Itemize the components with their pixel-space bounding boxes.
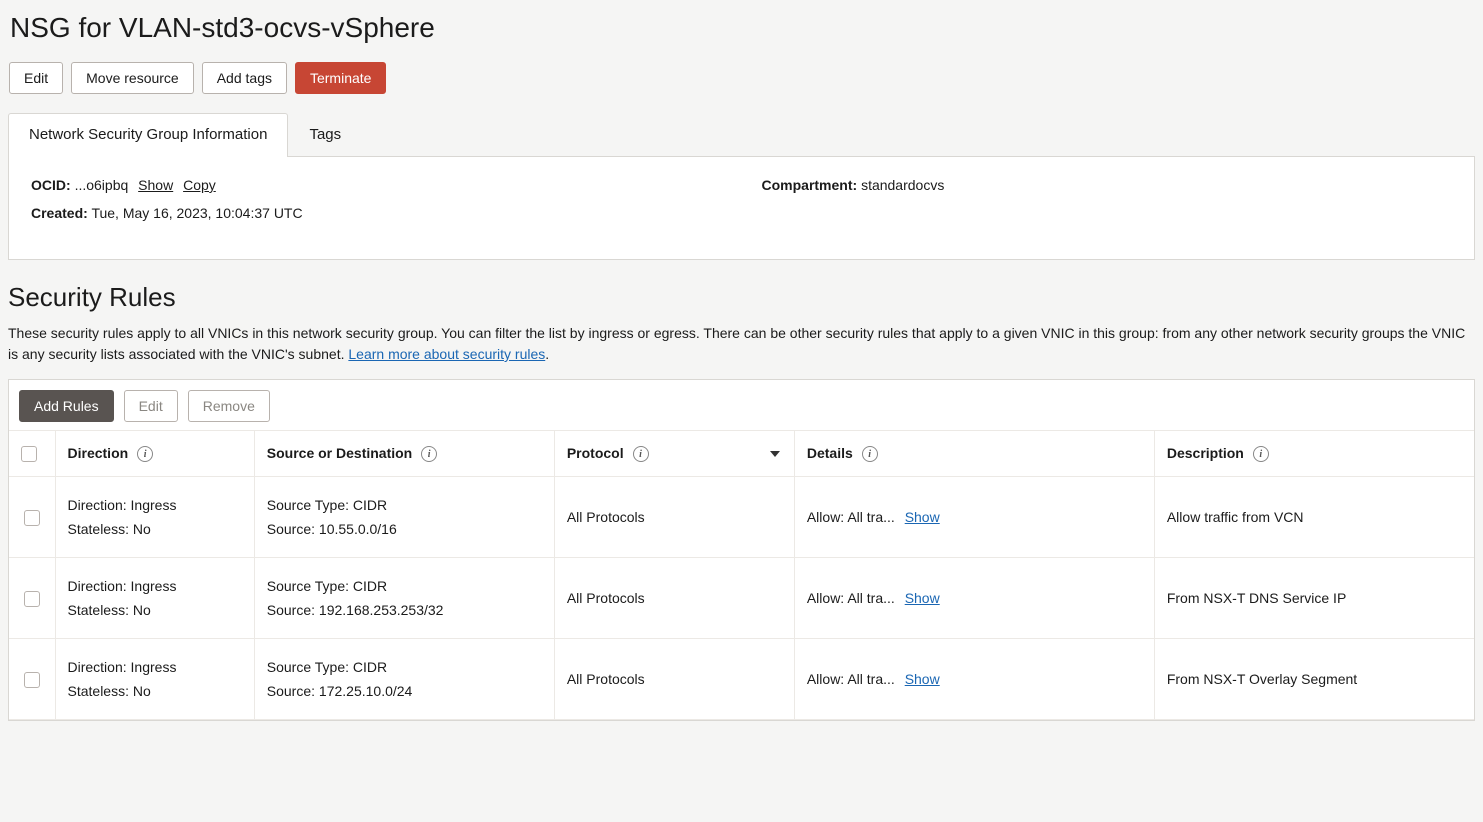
allow-label: Allow: <box>807 509 844 525</box>
direction-value: Ingress <box>131 497 177 513</box>
info-icon[interactable]: i <box>633 446 649 462</box>
stateless-label: Stateless: <box>68 602 129 618</box>
ocid-label: OCID: <box>31 177 71 193</box>
info-panel: OCID: ...o6ipbq Show Copy Created: Tue, … <box>8 157 1475 260</box>
row-checkbox[interactable] <box>24 510 40 526</box>
source-type-label: Source Type: <box>267 659 349 675</box>
stateless-label: Stateless: <box>68 521 129 537</box>
stateless-value: No <box>133 683 151 699</box>
tab-tags[interactable]: Tags <box>288 113 362 157</box>
header-description[interactable]: Description i <box>1154 431 1474 477</box>
source-value: 172.25.10.0/24 <box>319 683 412 699</box>
description-cell: Allow traffic from VCN <box>1154 477 1474 558</box>
compartment-value: standardocvs <box>861 177 944 193</box>
allow-label: Allow: <box>807 671 844 687</box>
select-all-checkbox[interactable] <box>21 446 37 462</box>
source-type-value: CIDR <box>353 578 387 594</box>
rules-table: Direction i Source or Destination i Prot… <box>9 430 1474 720</box>
table-row: Direction: Ingress Stateless: No Source … <box>9 477 1474 558</box>
protocol-cell: All Protocols <box>554 558 794 639</box>
stateless-value: No <box>133 602 151 618</box>
header-description-label: Description <box>1167 445 1244 461</box>
info-icon[interactable]: i <box>137 446 153 462</box>
rules-table-actions: Add Rules Edit Remove <box>9 380 1474 430</box>
details-value: All tra... <box>847 590 894 606</box>
created-value: Tue, May 16, 2023, 10:04:37 UTC <box>91 205 302 221</box>
security-rules-description-text: These security rules apply to all VNICs … <box>8 325 1465 362</box>
protocol-cell: All Protocols <box>554 639 794 720</box>
header-details[interactable]: Details i <box>794 431 1154 477</box>
ocid-copy-link[interactable]: Copy <box>183 177 216 193</box>
source-label: Source: <box>267 521 315 537</box>
header-protocol[interactable]: Protocol i <box>554 431 794 477</box>
compartment-label: Compartment: <box>762 177 858 193</box>
created-row: Created: Tue, May 16, 2023, 10:04:37 UTC <box>31 205 722 221</box>
info-icon[interactable]: i <box>1253 446 1269 462</box>
description-cell: From NSX-T Overlay Segment <box>1154 639 1474 720</box>
direction-label: Direction: <box>68 497 127 513</box>
caret-down-icon <box>770 451 780 457</box>
add-tags-button[interactable]: Add tags <box>202 62 287 94</box>
direction-label: Direction: <box>68 659 127 675</box>
row-checkbox[interactable] <box>24 591 40 607</box>
info-icon[interactable]: i <box>421 446 437 462</box>
details-show-link[interactable]: Show <box>905 590 940 606</box>
header-direction[interactable]: Direction i <box>55 431 254 477</box>
edit-button[interactable]: Edit <box>9 62 63 94</box>
security-rules-title: Security Rules <box>8 282 1475 313</box>
table-row: Direction: Ingress Stateless: No Source … <box>9 558 1474 639</box>
direction-value: Ingress <box>131 578 177 594</box>
stateless-value: No <box>133 521 151 537</box>
source-label: Source: <box>267 602 315 618</box>
row-checkbox[interactable] <box>24 672 40 688</box>
info-icon[interactable]: i <box>862 446 878 462</box>
source-label: Source: <box>267 683 315 699</box>
tab-bar: Network Security Group Information Tags <box>8 112 1475 157</box>
protocol-cell: All Protocols <box>554 477 794 558</box>
ocid-value: ...o6ipbq <box>75 177 129 193</box>
description-cell: From NSX-T DNS Service IP <box>1154 558 1474 639</box>
source-value: 192.168.253.253/32 <box>319 602 444 618</box>
table-row: Direction: Ingress Stateless: No Source … <box>9 639 1474 720</box>
stateless-label: Stateless: <box>68 683 129 699</box>
source-value: 10.55.0.0/16 <box>319 521 397 537</box>
rules-table-wrap: Add Rules Edit Remove Direction i Source… <box>8 379 1475 721</box>
details-show-link[interactable]: Show <box>905 509 940 525</box>
remove-rules-button[interactable]: Remove <box>188 390 270 422</box>
learn-more-link[interactable]: Learn more about security rules <box>348 346 545 362</box>
ocid-show-link[interactable]: Show <box>138 177 173 193</box>
edit-rules-button[interactable]: Edit <box>124 390 178 422</box>
terminate-button[interactable]: Terminate <box>295 62 386 94</box>
source-type-label: Source Type: <box>267 578 349 594</box>
details-value: All tra... <box>847 671 894 687</box>
security-rules-description: These security rules apply to all VNICs … <box>8 323 1475 365</box>
compartment-row: Compartment: standardocvs <box>762 177 1453 193</box>
action-bar: Edit Move resource Add tags Terminate <box>9 62 1475 94</box>
source-type-value: CIDR <box>353 659 387 675</box>
header-direction-label: Direction <box>68 445 129 461</box>
direction-label: Direction: <box>68 578 127 594</box>
header-protocol-label: Protocol <box>567 445 624 461</box>
created-label: Created: <box>31 205 88 221</box>
header-source-destination-label: Source or Destination <box>267 445 412 461</box>
page-title: NSG for VLAN-std3-ocvs-vSphere <box>10 12 1475 44</box>
header-details-label: Details <box>807 445 853 461</box>
details-show-link[interactable]: Show <box>905 671 940 687</box>
header-source-destination[interactable]: Source or Destination i <box>254 431 554 477</box>
ocid-row: OCID: ...o6ipbq Show Copy <box>31 177 722 193</box>
tab-nsg-info[interactable]: Network Security Group Information <box>8 113 288 157</box>
details-value: All tra... <box>847 509 894 525</box>
source-type-label: Source Type: <box>267 497 349 513</box>
direction-value: Ingress <box>131 659 177 675</box>
header-select-all <box>9 431 55 477</box>
move-resource-button[interactable]: Move resource <box>71 62 194 94</box>
add-rules-button[interactable]: Add Rules <box>19 390 114 422</box>
allow-label: Allow: <box>807 590 844 606</box>
source-type-value: CIDR <box>353 497 387 513</box>
